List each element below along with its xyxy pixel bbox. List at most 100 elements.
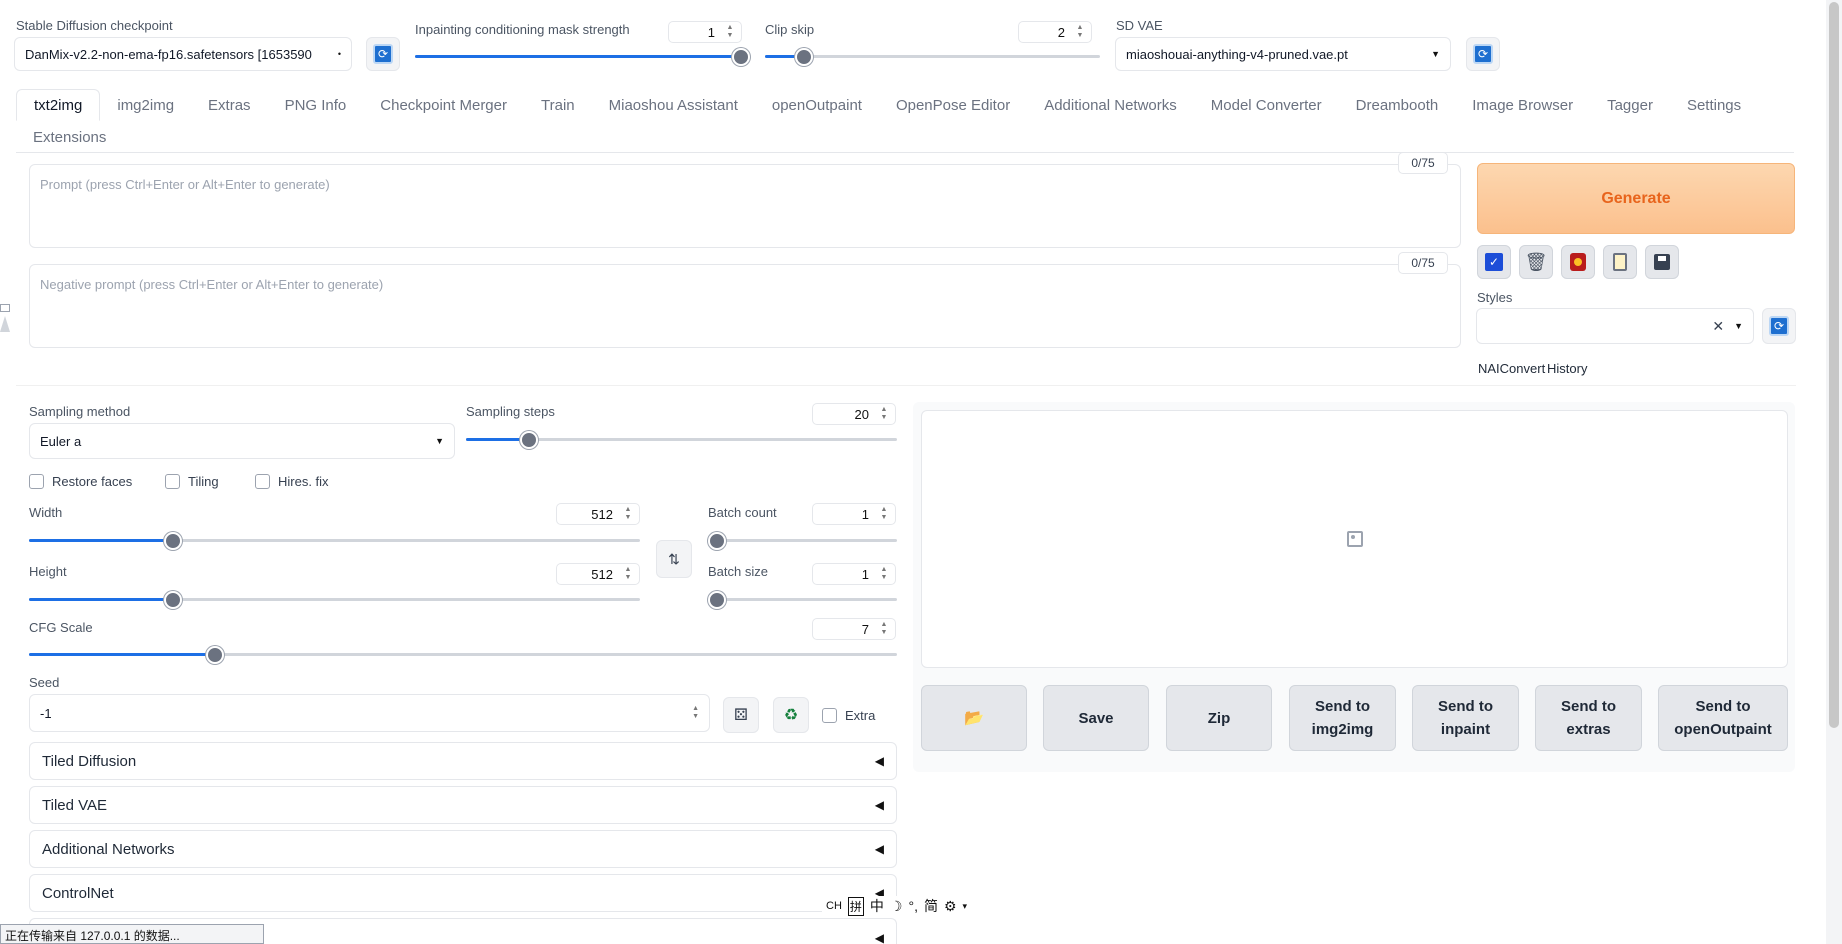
width-slider[interactable] [29,532,640,550]
vae-dropdown[interactable]: miaoshouai-anything-v4-pruned.vae.pt ▼ [1115,37,1451,71]
read-params-button[interactable]: ✓ [1477,245,1511,279]
reuse-seed-button[interactable]: ♻ [773,697,809,733]
checkbox-box[interactable] [29,474,44,489]
zip-button[interactable]: Zip [1166,685,1272,751]
tab-extensions[interactable]: Extensions [16,121,123,153]
history-tab[interactable]: History [1547,361,1587,376]
refresh-vae-button[interactable]: ⟳ [1466,37,1500,71]
triangle-left-icon: ◀ [874,798,884,812]
ime-chinese[interactable]: 中 [870,896,884,916]
extra-networks-button[interactable] [1561,245,1595,279]
scrollbar-thumb[interactable] [1829,2,1839,728]
punctuation-icon[interactable]: °, [908,898,918,914]
tab-dreambooth[interactable]: Dreambooth [1339,89,1456,121]
send-to-openoutpaint-button[interactable]: Send to openOutpaint [1658,685,1788,751]
restore-faces-checkbox[interactable]: Restore faces [29,474,132,489]
random-seed-button[interactable]: ⚄ [723,697,759,733]
triangle-left-icon: ◀ [874,754,884,768]
tab-additional-networks[interactable]: Additional Networks [1027,89,1194,121]
folder-icon: 📂 [964,709,984,727]
slider-thumb[interactable] [732,48,750,66]
send-to-extras-button[interactable]: Send to extras [1535,685,1642,751]
tab-tagger[interactable]: Tagger [1590,89,1670,121]
clear-prompt-button[interactable]: 🗑 [1519,245,1553,279]
tab-image-browser[interactable]: Image Browser [1455,89,1590,121]
tab-miaoshou-assistant[interactable]: Miaoshou Assistant [592,89,755,121]
checkpoint-dropdown[interactable]: DanMix-v2.2-non-ema-fp16.safetensors [16… [14,37,352,71]
clip-skip-input[interactable]: 2 ▲ ▼ [1018,21,1092,43]
sampling-steps-slider[interactable] [466,431,897,449]
tab-extras[interactable]: Extras [191,89,268,121]
save-button[interactable]: Save [1043,685,1149,751]
ime-pinyin[interactable]: 拼 [847,896,864,916]
side-panel-handle[interactable] [0,304,10,348]
prompt-input[interactable]: Prompt (press Ctrl+Enter or Alt+Enter to… [29,164,1461,248]
apply-styles-button[interactable] [1603,245,1637,279]
generate-button[interactable]: Generate [1477,163,1795,234]
refresh-styles-button[interactable]: ⟳ [1762,308,1796,344]
cfg-scale-slider[interactable] [29,646,897,664]
slider-thumb[interactable] [708,591,726,609]
hires-fix-checkbox[interactable]: Hires. fix [255,474,329,489]
tab-png-info[interactable]: PNG Info [268,89,364,121]
batch-size-slider[interactable] [708,591,897,609]
accordion-tiled-vae[interactable]: Tiled VAE ◀ [29,786,897,824]
slider-thumb[interactable] [164,591,182,609]
accordion-controlnet[interactable]: ControlNet ◀ [29,874,897,912]
checkbox-box[interactable] [255,474,270,489]
inpaint-strength-input[interactable]: 1 ▲ ▼ [668,21,742,43]
slider-thumb[interactable] [206,646,224,664]
button-line: img2img [1311,721,1374,738]
batch-count-label: Batch count [708,505,777,520]
ime-simplified[interactable]: 简 [924,896,938,916]
tiling-checkbox[interactable]: Tiling [165,474,219,489]
accordion-tiled-diffusion[interactable]: Tiled Diffusion ◀ [29,742,897,780]
tab-openoutpaint[interactable]: openOutpaint [755,89,879,121]
naiconvert-tab[interactable]: NAIConvert [1478,361,1545,376]
height-slider[interactable] [29,591,640,609]
clip-skip-slider[interactable] [765,48,1100,66]
output-gallery[interactable] [921,410,1788,668]
chevron-down-icon[interactable]: ▾ [963,901,968,912]
batch-count-slider[interactable] [708,532,897,550]
batch-size-input[interactable]: 1 ▲ ▼ [812,563,896,585]
sampling-method-dropdown[interactable]: Euler a ▼ [29,423,455,459]
slider-thumb[interactable] [520,431,538,449]
slider-thumb[interactable] [795,48,813,66]
swap-dimensions-button[interactable]: ⇅ [656,540,692,578]
ime-ch[interactable]: CH [826,900,842,912]
inpaint-strength-slider[interactable] [415,48,750,66]
moon-icon[interactable]: ☽ [890,898,903,915]
batch-count-input[interactable]: 1 ▲ ▼ [812,503,896,525]
width-input[interactable]: 512 ▲ ▼ [556,503,640,525]
send-to-img2img-button[interactable]: Send to img2img [1289,685,1396,751]
accordion-additional-networks[interactable]: Additional Networks ◀ [29,830,897,868]
send-to-inpaint-button[interactable]: Send to inpaint [1412,685,1519,751]
extra-seed-checkbox[interactable]: Extra [822,708,875,723]
save-style-button[interactable] [1645,245,1679,279]
tab-checkpoint-merger[interactable]: Checkpoint Merger [363,89,524,121]
clear-icon[interactable]: ✕ [1712,318,1724,335]
tab-train[interactable]: Train [524,89,592,121]
tab-openpose-editor[interactable]: OpenPose Editor [879,89,1027,121]
ime-toolbar[interactable]: CH 拼 中 ☽ °, 简 ⚙ ▾ [822,896,972,916]
tab-model-converter[interactable]: Model Converter [1194,89,1339,121]
negative-prompt-input[interactable]: Negative prompt (press Ctrl+Enter or Alt… [29,264,1461,348]
tab-settings[interactable]: Settings [1670,89,1758,121]
checkbox-box[interactable] [822,708,837,723]
sampling-steps-input[interactable]: 20 ▲ ▼ [812,403,896,425]
height-input[interactable]: 512 ▲ ▼ [556,563,640,585]
tab-img2img[interactable]: img2img [100,89,191,121]
tab-txt2img[interactable]: txt2img [16,89,101,121]
cfg-scale-input[interactable]: 7 ▲ ▼ [812,618,896,640]
slider-thumb[interactable] [708,532,726,550]
negative-prompt-placeholder: Negative prompt (press Ctrl+Enter or Alt… [40,277,384,292]
styles-dropdown[interactable]: ✕ ▼ [1476,308,1754,344]
gear-icon[interactable]: ⚙ [944,898,957,915]
slider-thumb[interactable] [164,532,182,550]
open-folder-button[interactable]: 📂 [921,685,1027,751]
seed-input[interactable]: -1 ▲ ▼ [29,694,710,732]
checkbox-box[interactable] [165,474,180,489]
refresh-checkpoint-button[interactable]: ⟳ [366,37,400,71]
page-scrollbar[interactable] [1826,0,1842,944]
